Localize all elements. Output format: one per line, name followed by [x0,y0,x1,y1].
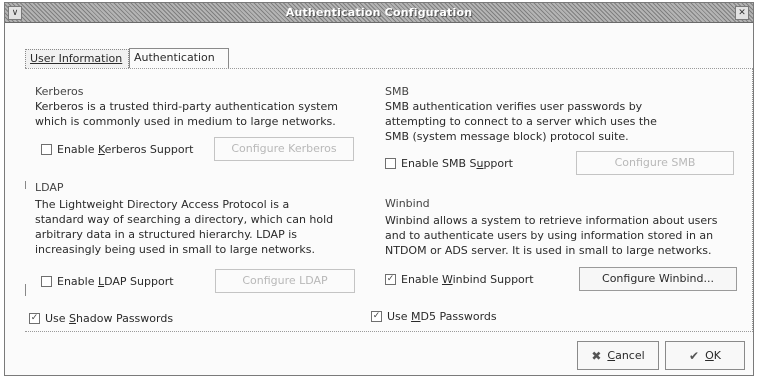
configure-kerberos-button[interactable]: Configure Kerberos [214,137,354,161]
ldap-title: LDAP [35,181,64,194]
smb-description: SMB authentication verifies user passwor… [385,99,657,144]
enable-ldap-label: Enable LDAP Support [57,274,174,288]
ldap-desc-line: standard way of searching a directory, w… [35,213,334,226]
use-shadow-passwords-label: Use Shadow Passwords [45,311,174,325]
configure-smb-button[interactable]: Configure SMB [576,151,734,175]
tab-user-information[interactable]: User Information [25,49,129,68]
cancel-icon: ✖ [591,348,602,363]
use-md5-passwords-checkbox[interactable]: ✓ [371,310,382,322]
configure-ldap-button[interactable]: Configure LDAP [215,269,355,293]
auth-config-window: ∨ Authentication Configuration ✕ User In… [4,2,754,376]
kerberos-desc-line: which is commonly used in medium to larg… [35,115,336,128]
enable-smb-checkbox[interactable] [385,157,396,169]
enable-winbind-checkbox[interactable]: ✓ [385,273,396,285]
ok-button[interactable]: ✔ OK [665,341,745,370]
smb-title: SMB [385,85,410,98]
ldap-desc-line: The Lightweight Directory Access Protoco… [35,198,290,211]
kerberos-description: Kerberos is a trusted third-party authen… [35,99,338,129]
smb-desc-line: SMB authentication verifies user passwor… [385,100,643,113]
enable-ldap-checkbox-row[interactable]: Enable LDAP Support [41,273,174,289]
winbind-desc-line: NTDOM or ADS server. It is used in small… [385,244,712,257]
enable-smb-checkbox-row[interactable]: Enable SMB Support [385,155,513,171]
use-shadow-passwords-checkbox[interactable]: ✓ [29,312,40,324]
kerberos-title: Kerberos [35,85,84,98]
section-divider [25,284,26,296]
enable-smb-label: Enable SMB Support [401,156,513,170]
configure-winbind-button[interactable]: Configure Winbind... [579,267,737,291]
section-divider [25,181,26,189]
close-icon[interactable]: ✕ [735,6,749,20]
ldap-desc-line: increasingly being used in small to larg… [35,243,316,256]
ok-label: OK [705,349,721,362]
ok-icon: ✔ [689,348,700,363]
enable-winbind-checkbox-row[interactable]: ✓ Enable Winbind Support [385,271,534,287]
enable-ldap-checkbox[interactable] [41,275,52,287]
winbind-title: Winbind [385,197,430,210]
enable-kerberos-checkbox-row[interactable]: Enable Kerberos Support [41,141,193,157]
use-shadow-passwords-row[interactable]: ✓ Use Shadow Passwords [29,310,173,326]
title-bar[interactable]: ∨ Authentication Configuration ✕ [5,3,753,23]
use-md5-passwords-row[interactable]: ✓ Use MD5 Passwords [371,308,497,324]
use-md5-passwords-label: Use MD5 Passwords [387,309,497,323]
window-title: Authentication Configuration [285,6,473,19]
ldap-description: The Lightweight Directory Access Protoco… [35,197,333,257]
winbind-desc-line: Winbind allows a system to retrieve info… [385,214,718,227]
ldap-desc-line: arbitrary data in a structured hierarchy… [35,228,297,241]
enable-kerberos-checkbox[interactable] [41,143,52,155]
winbind-desc-line: and to authenticate users by using infor… [385,229,714,242]
smb-desc-line: attempting to connect to a server which … [385,115,657,128]
cancel-button[interactable]: ✖ Cancel [577,341,659,370]
winbind-description: Winbind allows a system to retrieve info… [385,213,717,258]
enable-kerberos-label: Enable Kerberos Support [57,142,194,156]
cancel-label: Cancel [607,349,645,362]
tab-authentication[interactable]: Authentication [129,48,229,68]
enable-winbind-label: Enable Winbind Support [401,272,534,286]
smb-desc-line: SMB (system message block) protocol suit… [385,130,629,143]
kerberos-desc-line: Kerberos is a trusted third-party authen… [35,100,338,113]
